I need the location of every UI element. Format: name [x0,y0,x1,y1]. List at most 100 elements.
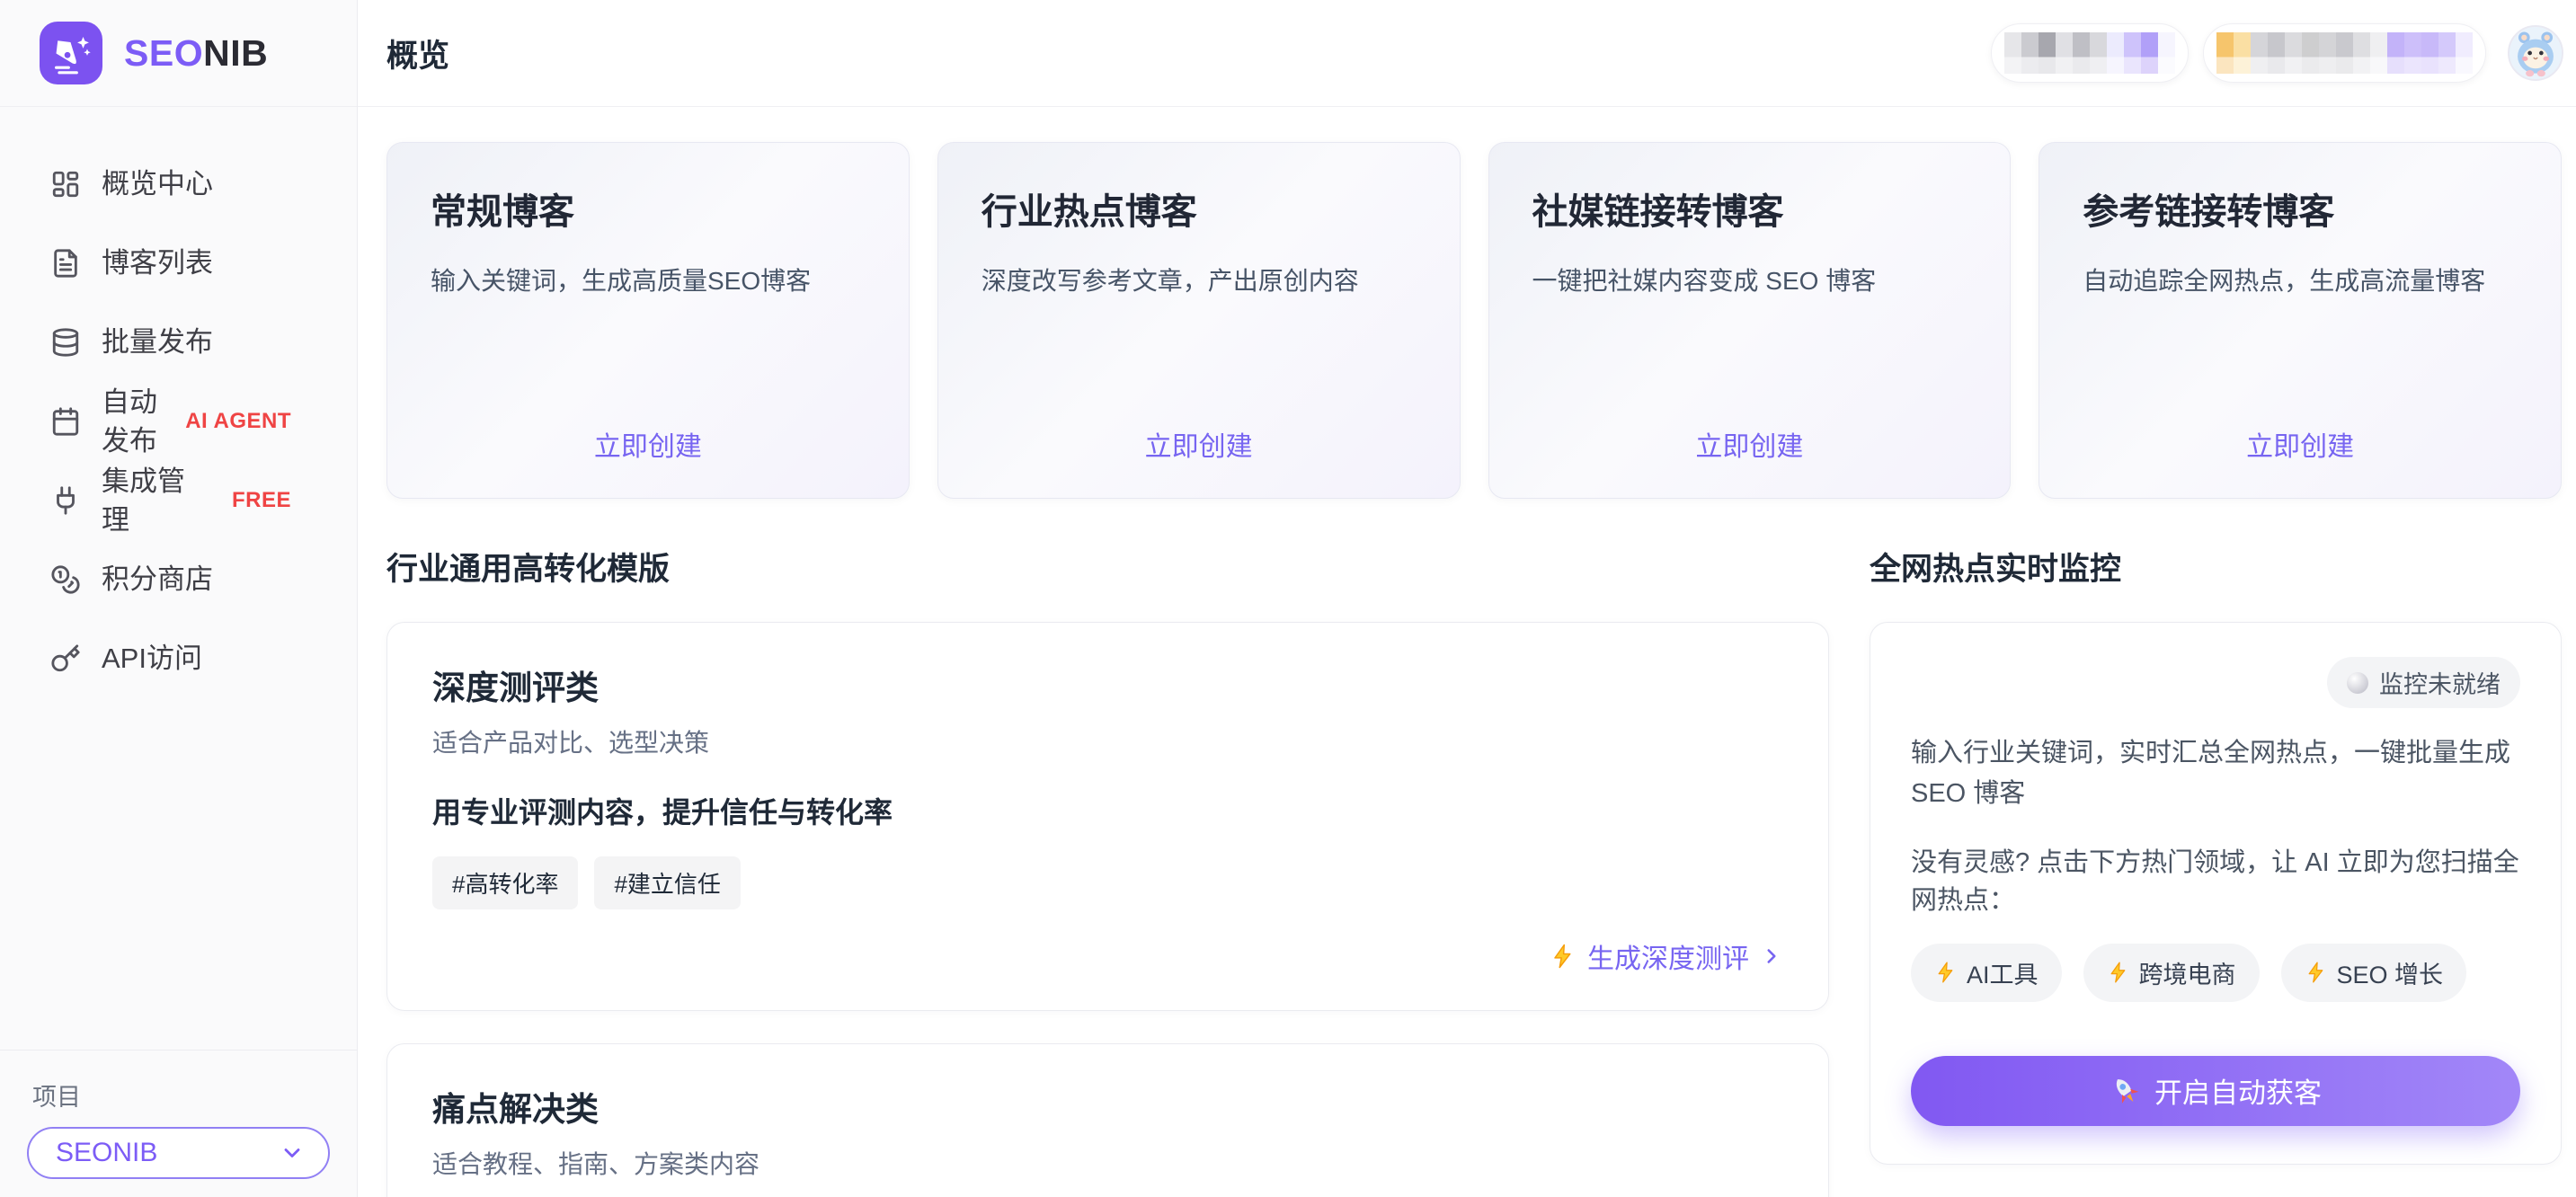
blurred-block [2039,32,2056,74]
brand-logo[interactable]: SEONIB [0,0,357,107]
blurred-block [2090,32,2107,74]
template-title: 深度测评类 [432,661,1783,709]
blurred-block [2456,32,2473,74]
blurred-block [2319,32,2336,74]
blurred-block [2336,32,2353,74]
start-auto-acquisition-label: 开启自动获客 [2154,1070,2322,1111]
project-select[interactable]: SEONIB [27,1127,330,1179]
blurred-block [2234,32,2251,74]
template-subtitle: 适合教程、指南、方案类内容 [432,1145,1783,1181]
chip-label: 跨境电商 [2139,955,2236,990]
sidebar-item-label: API访问 [102,639,202,678]
start-auto-acquisition-button[interactable]: 开启自动获客 [1911,1056,2520,1126]
quick-card-industry-hot-blog: 行业热点博客 深度改写参考文章，产出原创内容 立即创建 [937,142,1461,499]
blurred-usage-pill-2[interactable] [2203,23,2486,83]
quick-card-reference-to-blog: 参考链接转博客 自动追踪全网热点，生成高流量博客 立即创建 [2039,142,2562,499]
calendar-icon [50,406,81,437]
quick-card-desc: 自动追踪全网热点，生成高流量博客 [2083,262,2518,297]
key-icon [50,643,81,674]
blurred-block [2073,32,2090,74]
blurred-usage-pill-1[interactable] [1991,23,2189,83]
brand-name: SEONIB [124,32,268,75]
blurred-block [2021,32,2039,74]
pen-nib-icon [40,22,102,84]
blurred-block [2370,32,2387,74]
quick-card-title: 常规博客 [431,182,866,235]
create-now-link[interactable]: 立即创建 [594,424,702,464]
status-text: 监控未就绪 [2379,665,2500,700]
sidebar-item-overview[interactable]: 概览中心 [0,145,357,224]
sidebar-footer: 项目 SEONIB [0,1050,357,1197]
sidebar-item-blog-list[interactable]: 博客列表 [0,224,357,303]
lightning-icon [1550,943,1577,970]
sidebar-item-auto-publish[interactable]: 自动发布 AI AGENT [0,382,357,461]
sidebar-item-label: 批量发布 [102,323,213,361]
monitor-status-badge: 监控未就绪 [2327,657,2520,708]
chip-label: AI工具 [1967,955,2039,990]
quick-card-title: 参考链接转博客 [2083,182,2518,235]
blurred-block [2268,32,2285,74]
free-badge: FREE [232,488,291,513]
ai-agent-badge: AI AGENT [185,409,291,434]
topbar-right [1991,23,2563,83]
blurred-block [2251,32,2268,74]
lightning-icon [2107,961,2130,984]
template-title: 痛点解决类 [432,1082,1783,1130]
template-highlight: 用专业评测内容，提升信任与转化率 [432,790,1783,831]
create-now-link[interactable]: 立即创建 [2246,424,2354,464]
quick-card-title: 社媒链接转博客 [1532,182,1968,235]
chevron-right-icon [1760,944,1783,968]
blurred-block [2216,32,2234,74]
dashboard-icon [50,169,81,200]
database-icon [50,327,81,358]
blurred-content [2004,32,2175,74]
sidebar-nav: 概览中心 博客列表 批量发布 自动发布 AI AGENT [0,107,357,1050]
topbar: 概览 [358,0,2576,107]
chevron-down-icon [280,1140,305,1166]
plug-icon [50,485,81,516]
monitor-hint: 没有灵感? 点击下方热门领域，让 AI 立即为您扫描全网热点： [1911,841,2520,917]
sidebar-item-api-access[interactable]: API访问 [0,619,357,698]
chip-label: SEO 增长 [2337,955,2444,990]
blurred-block [2056,32,2073,74]
main-area: 概览 [358,0,2576,1197]
sidebar-item-label: 自动发布 [102,383,163,461]
blurred-block [2404,32,2421,74]
template-subtitle: 适合产品对比、选型决策 [432,723,1783,759]
sidebar-item-batch-publish[interactable]: 批量发布 [0,303,357,382]
lightning-icon [2305,961,2328,984]
blurred-block [2285,32,2302,74]
monitor-heading: 全网热点实时监控 [1870,544,2562,590]
create-now-link[interactable]: 立即创建 [1695,424,1803,464]
blurred-block [2158,32,2175,74]
chip-seo-growth[interactable]: SEO 增长 [2281,944,2467,1002]
sidebar: SEONIB 概览中心 博客列表 批量发布 [0,0,358,1197]
blurred-block [2353,32,2370,74]
quick-card-desc: 深度改写参考文章，产出原创内容 [982,262,1417,297]
quick-create-row: 常规博客 输入关键词，生成高质量SEO博客 立即创建 行业热点博客 深度改写参考… [386,142,2562,499]
template-card-deep-review: 深度测评类 适合产品对比、选型决策 用专业评测内容，提升信任与转化率 #高转化率… [386,622,1829,1011]
templates-heading: 行业通用高转化模版 [386,544,1829,590]
app-root: SEONIB 概览中心 博客列表 批量发布 [0,0,2576,1197]
project-name: SEONIB [56,1138,157,1168]
blurred-block [2302,32,2319,74]
chip-cross-border-ecommerce[interactable]: 跨境电商 [2083,944,2260,1002]
blurred-block [2004,32,2021,74]
quick-card-title: 行业热点博客 [982,182,1417,235]
generate-deep-review-link[interactable]: 生成深度测评 [432,936,1783,976]
user-avatar[interactable] [2508,25,2563,81]
create-now-link[interactable]: 立即创建 [1145,424,1253,464]
sidebar-item-integrations[interactable]: 集成管理 FREE [0,461,357,540]
blurred-content [2216,32,2473,74]
quick-card-desc: 输入关键词，生成高质量SEO博客 [431,262,866,297]
template-tags: #高转化率 #建立信任 [432,856,1783,909]
monitor-card: 监控未就绪 输入行业关键词，实时汇总全网热点，一键批量生成 SEO 博客 没有灵… [1870,622,2562,1165]
page-title: 概览 [386,31,449,76]
sidebar-item-points-store[interactable]: 积分商店 [0,540,357,619]
generate-deep-review-label: 生成深度测评 [1587,936,1749,976]
blurred-block [2387,32,2404,74]
rocket-icon [2110,1075,2142,1107]
blurred-block [2107,32,2124,74]
chip-ai-tools[interactable]: AI工具 [1911,944,2062,1002]
document-icon [50,248,81,279]
